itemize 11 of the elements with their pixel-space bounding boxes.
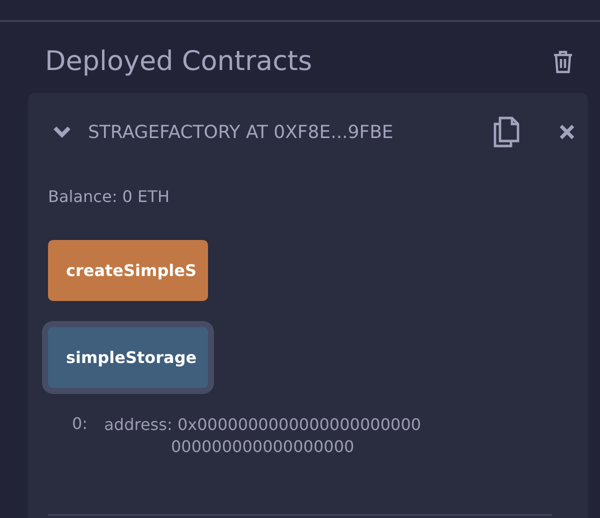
- function-button[interactable]: createSimpleS: [48, 240, 208, 301]
- balance-text: Balance: 0 ETH: [48, 187, 170, 206]
- trash-icon[interactable]: [552, 50, 574, 74]
- section-title: Deployed Contracts: [45, 46, 312, 77]
- chevron-icon[interactable]: [52, 125, 72, 139]
- output-value: address: 0x0000000000000000000000 000000000000000000: [103, 414, 422, 458]
- copy-icon[interactable]: [492, 116, 520, 148]
- output-index: 0:: [72, 414, 88, 435]
- contract-title: STRAGEFACTORY AT 0XF8E...9FBE: [88, 122, 394, 142]
- function-button[interactable]: simpleStorage: [48, 327, 208, 388]
- close-icon[interactable]: [558, 123, 576, 141]
